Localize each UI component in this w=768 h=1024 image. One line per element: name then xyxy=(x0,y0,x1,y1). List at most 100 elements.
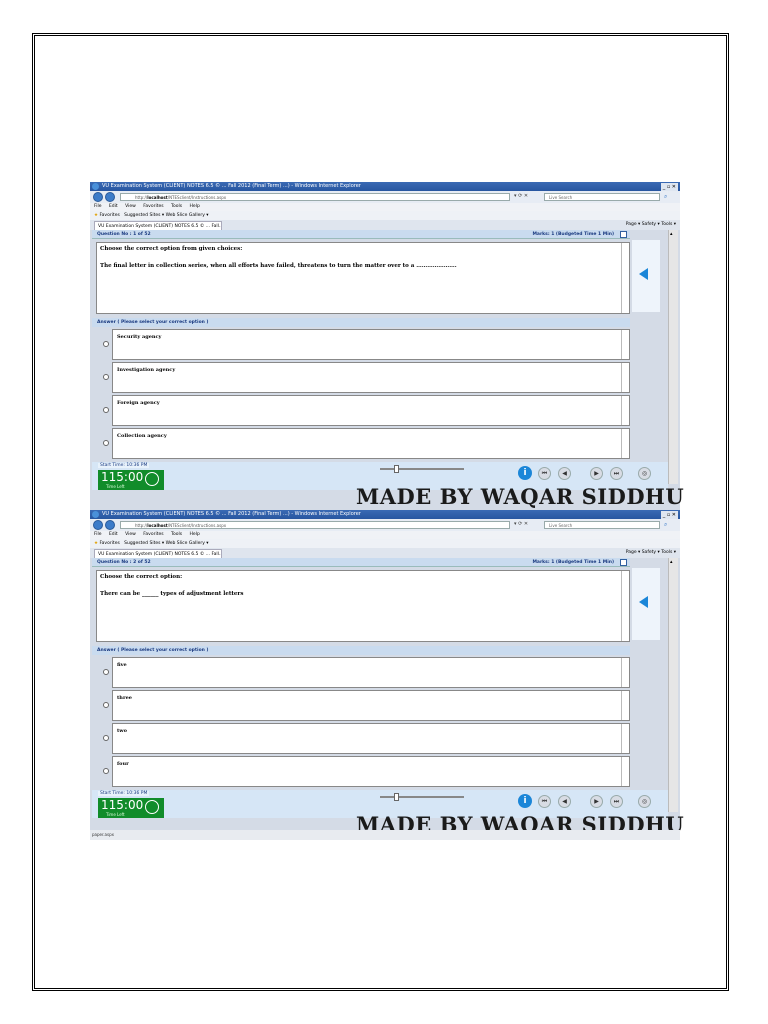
menu-favorites[interactable]: Favorites xyxy=(143,204,163,209)
info-icon[interactable]: i xyxy=(518,794,532,808)
side-panel[interactable] xyxy=(632,240,660,312)
browser-tab[interactable]: VU Examination System (CLIENT) NOTES 6.5… xyxy=(94,221,222,230)
option-scrollbar[interactable] xyxy=(621,658,629,687)
option-scrollbar[interactable] xyxy=(621,691,629,720)
favorites-star-icon: ★ xyxy=(94,213,99,218)
option-radio[interactable] xyxy=(103,768,109,774)
forward-icon[interactable] xyxy=(105,520,115,530)
option-row[interactable]: Foreign agency xyxy=(98,395,630,426)
menu-favorites[interactable]: Favorites xyxy=(143,532,163,537)
favorites-bar: ★ Favorites Suggested Sites ▾ Web Slice … xyxy=(90,211,680,220)
option-radio[interactable] xyxy=(103,440,109,446)
option-radio[interactable] xyxy=(103,735,109,741)
answer-header: Answer ( Please select your correct opti… xyxy=(92,646,630,655)
exam-screenshot-1: VU Examination System (CLIENT) NOTES 6.5… xyxy=(90,182,684,512)
favbar-links[interactable]: Suggested Sites ▾ Web Slice Gallery ▾ xyxy=(124,213,208,218)
slider-thumb[interactable] xyxy=(394,465,399,473)
option-row[interactable]: four xyxy=(98,756,630,787)
window-controls[interactable]: _ ▫ ✕ xyxy=(660,511,678,519)
browser-tab[interactable]: VU Examination System (CLIENT) NOTES 6.5… xyxy=(94,549,222,558)
save-icon[interactable] xyxy=(620,231,627,238)
forward-icon[interactable] xyxy=(105,192,115,202)
option-radio[interactable] xyxy=(103,407,109,413)
menu-view[interactable]: View xyxy=(125,532,136,537)
option-box: five xyxy=(112,657,630,688)
last-question-icon[interactable]: ⏭ xyxy=(610,795,623,808)
finish-icon[interactable]: ◎ xyxy=(638,795,651,808)
side-panel[interactable] xyxy=(632,568,660,640)
option-row[interactable]: two xyxy=(98,723,630,754)
option-radio[interactable] xyxy=(103,374,109,380)
option-row[interactable]: five xyxy=(98,657,630,688)
page-scrollbar[interactable]: ▴ xyxy=(668,558,678,812)
menu-edit[interactable]: Edit xyxy=(109,204,118,209)
first-question-icon[interactable]: ⏮ xyxy=(538,467,551,480)
option-scrollbar[interactable] xyxy=(621,724,629,753)
menu-bar: File Edit View Favorites Tools Help xyxy=(90,203,680,211)
font-size-slider[interactable] xyxy=(380,465,464,473)
refresh-stop-icons[interactable]: ▾ ⟳ ✕ xyxy=(514,521,528,527)
option-scrollbar[interactable] xyxy=(621,330,629,359)
option-radio[interactable] xyxy=(103,669,109,675)
first-question-icon[interactable]: ⏮ xyxy=(538,795,551,808)
option-row[interactable]: three xyxy=(98,690,630,721)
previous-question-icon[interactable]: ◀ xyxy=(558,467,571,480)
search-icon[interactable]: ⌕ xyxy=(664,193,667,201)
timer-value: 115:00 xyxy=(101,798,144,812)
next-question-icon[interactable]: ▶ xyxy=(590,467,603,480)
option-radio[interactable] xyxy=(103,702,109,708)
menu-edit[interactable]: Edit xyxy=(109,532,118,537)
next-question-icon[interactable]: ▶ xyxy=(590,795,603,808)
command-bar[interactable]: Page ▾ Safety ▾ Tools ▾ xyxy=(626,548,676,558)
option-scrollbar[interactable] xyxy=(621,396,629,425)
page-scrollbar[interactable]: ▴ xyxy=(668,230,678,484)
menu-tools[interactable]: Tools xyxy=(171,532,182,537)
scroll-up-icon[interactable]: ▴ xyxy=(670,559,673,565)
command-bar[interactable]: Page ▾ Safety ▾ Tools ▾ xyxy=(626,220,676,230)
menu-help[interactable]: Help xyxy=(190,204,200,209)
question-box: Choose the correct option: There can be … xyxy=(96,570,630,642)
favorites-button[interactable]: Favorites xyxy=(99,541,119,546)
window-controls[interactable]: _ ▫ ✕ xyxy=(660,183,678,191)
menu-file[interactable]: File xyxy=(94,532,102,537)
question-scrollbar[interactable] xyxy=(621,571,629,641)
option-scrollbar[interactable] xyxy=(621,757,629,786)
arrow-left-icon[interactable] xyxy=(639,596,648,608)
save-icon[interactable] xyxy=(620,559,627,566)
favorites-button[interactable]: Favorites xyxy=(99,213,119,218)
menu-help[interactable]: Help xyxy=(190,532,200,537)
info-icon[interactable]: i xyxy=(518,466,532,480)
option-box: two xyxy=(112,723,630,754)
option-scrollbar[interactable] xyxy=(621,363,629,392)
favbar-links[interactable]: Suggested Sites ▾ Web Slice Gallery ▾ xyxy=(124,541,208,546)
answer-header: Answer ( Please select your correct opti… xyxy=(92,318,630,327)
option-text: two xyxy=(117,728,127,734)
slider-thumb[interactable] xyxy=(394,793,399,801)
scroll-up-icon[interactable]: ▴ xyxy=(670,231,673,237)
question-scrollbar[interactable] xyxy=(621,243,629,313)
refresh-stop-icons[interactable]: ▾ ⟳ ✕ xyxy=(514,193,528,199)
arrow-left-icon[interactable] xyxy=(639,268,648,280)
menu-file[interactable]: File xyxy=(94,204,102,209)
previous-question-icon[interactable]: ◀ xyxy=(558,795,571,808)
search-input[interactable]: Live Search xyxy=(544,521,660,529)
url-field[interactable]: http://localhost/NTESclient/Instructions… xyxy=(120,193,510,201)
option-scrollbar[interactable] xyxy=(621,429,629,458)
menu-view[interactable]: View xyxy=(125,204,136,209)
menu-tools[interactable]: Tools xyxy=(171,204,182,209)
search-input[interactable]: Live Search xyxy=(544,193,660,201)
font-size-slider[interactable] xyxy=(380,793,464,801)
url-field[interactable]: http://localhost/NTESclient/Instructions… xyxy=(120,521,510,529)
last-question-icon[interactable]: ⏭ xyxy=(610,467,623,480)
option-radio[interactable] xyxy=(103,341,109,347)
option-row[interactable]: Collection agency xyxy=(98,428,630,459)
back-icon[interactable] xyxy=(93,192,103,202)
question-box: Choose the correct option from given cho… xyxy=(96,242,630,314)
search-icon[interactable]: ⌕ xyxy=(664,521,667,529)
window-title: VU Examination System (CLIENT) NOTES 6.5… xyxy=(102,511,361,517)
option-row[interactable]: Investigation agency xyxy=(98,362,630,393)
back-icon[interactable] xyxy=(93,520,103,530)
option-row[interactable]: Security agency xyxy=(98,329,630,360)
tab-bar: VU Examination System (CLIENT) NOTES 6.5… xyxy=(90,220,680,230)
finish-icon[interactable]: ◎ xyxy=(638,467,651,480)
